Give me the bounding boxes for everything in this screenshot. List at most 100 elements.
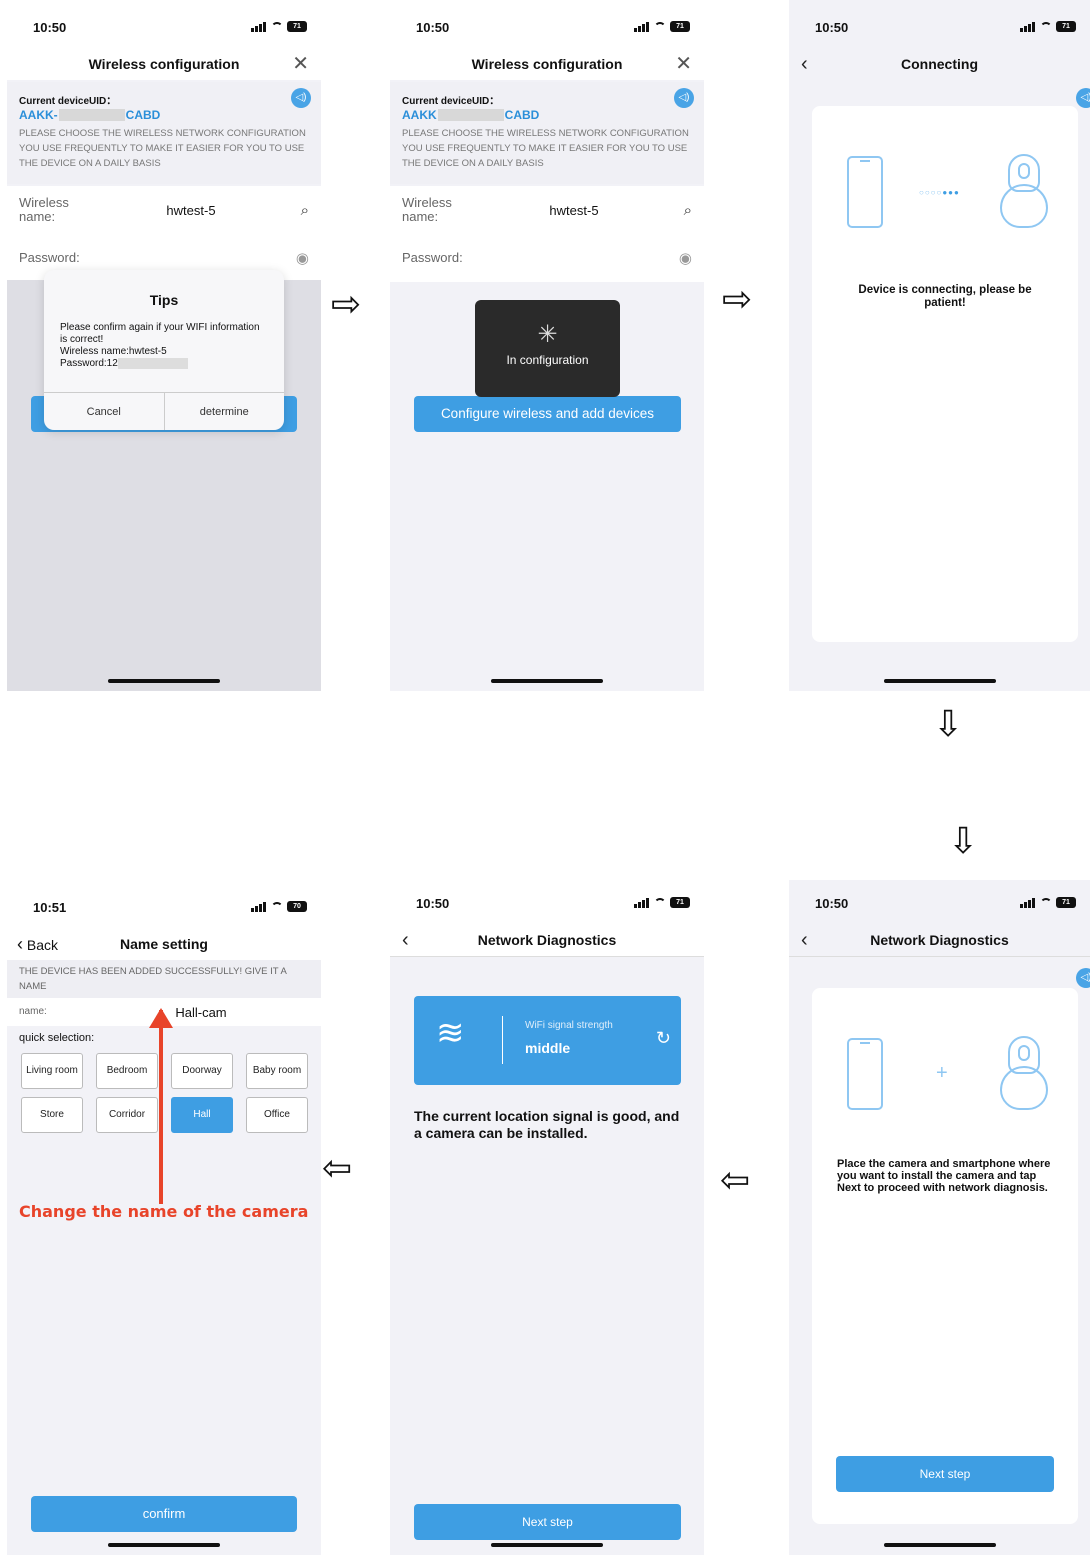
- quick-option-hall[interactable]: Hall: [171, 1097, 233, 1133]
- annotation-arrow-up-icon: [149, 1008, 173, 1028]
- speaker-icon[interactable]: ◁): [291, 88, 311, 108]
- toast-message: In configuration: [506, 353, 589, 367]
- page-title: Network Diagnostics: [870, 932, 1009, 948]
- eye-hidden-icon[interactable]: ◉: [672, 249, 692, 267]
- home-indicator: [108, 679, 220, 683]
- clock: 10:50: [416, 20, 450, 35]
- back-chevron-icon[interactable]: ‹: [801, 924, 808, 956]
- quick-option-doorway[interactable]: Doorway: [171, 1053, 233, 1089]
- flow-arrow-right-icon: ⇨: [331, 283, 362, 324]
- battery-icon: 70: [287, 901, 307, 912]
- quick-option-baby-room[interactable]: Baby room: [246, 1053, 308, 1089]
- home-indicator: [883, 679, 996, 683]
- back-chevron-icon[interactable]: ‹: [801, 48, 808, 80]
- page-title: Connecting: [901, 56, 978, 72]
- status-bar: 10:50 71: [789, 0, 1090, 52]
- back-chevron-icon[interactable]: ‹: [402, 924, 409, 956]
- wifi-status-icon: [1040, 897, 1052, 908]
- success-hint: THE DEVICE HAS BEEN ADDED SUCCESSFULLY! …: [7, 960, 321, 998]
- smartphone-icon: [847, 1038, 883, 1110]
- close-icon[interactable]: ✕: [292, 48, 309, 80]
- annotation-arrow-shaft: [159, 1010, 163, 1204]
- camera-icon: [1000, 154, 1048, 230]
- speaker-icon[interactable]: ◁): [1076, 88, 1090, 108]
- annotation-label: Change the name of the camera: [19, 1202, 309, 1221]
- nav-divider: [789, 956, 1090, 957]
- quick-option-living-room[interactable]: Living room: [21, 1053, 83, 1089]
- battery-icon: 71: [1056, 21, 1076, 32]
- nav-bar: ‹ Network Diagnostics: [390, 924, 704, 956]
- name-input[interactable]: Hall-cam: [93, 1005, 309, 1020]
- hint-text: PLEASE CHOOSE THE WIRELESS NETWORK CONFI…: [19, 128, 306, 169]
- uid-block: Current deviceUID： AAKK- CABD PLEASE CHOO…: [7, 82, 321, 184]
- name-label: name:: [19, 1006, 47, 1017]
- cellular-signal-icon: [1020, 21, 1036, 32]
- cellular-signal-icon: [634, 21, 650, 32]
- wireless-name-value[interactable]: hwtest-5: [93, 203, 289, 218]
- configure-and-add-button[interactable]: Configure wireless and add devices: [414, 396, 681, 432]
- connecting-card: ○○○○●●● Device is connecting, please be …: [812, 106, 1078, 642]
- uid-block: Current deviceUID： AAKK CABD PLEASE CHOOS…: [390, 82, 704, 184]
- wifi-status-icon: [654, 21, 666, 32]
- nav-bar: Wireless configuration ✕: [390, 48, 704, 80]
- wifi-status-icon: [271, 21, 283, 32]
- page-title: Name setting: [120, 936, 208, 952]
- speaker-icon[interactable]: ◁): [1076, 968, 1090, 988]
- eye-hidden-icon[interactable]: ◉: [289, 249, 309, 267]
- page-title: Wireless configuration: [471, 56, 623, 72]
- clock: 10:50: [33, 20, 67, 35]
- dialog-line-password: Password:12: [60, 358, 268, 370]
- refresh-icon[interactable]: ↻: [656, 1028, 671, 1049]
- password-prefix: Password:12: [60, 358, 118, 370]
- flow-arrow-left-icon: ⇦: [322, 1147, 353, 1188]
- quick-option-office[interactable]: Office: [246, 1097, 308, 1133]
- wireless-name-value[interactable]: hwtest-5: [476, 203, 672, 218]
- camera-icon: [1000, 1036, 1048, 1112]
- password-redaction: [117, 358, 188, 369]
- quick-option-corridor[interactable]: Corridor: [96, 1097, 158, 1133]
- screen-wireless-config-progress: 10:50 71 Wireless configuration ✕ Curren…: [390, 0, 704, 691]
- determine-button[interactable]: determine: [163, 393, 285, 430]
- quick-selection-label: quick selection:: [19, 1032, 95, 1044]
- dialog-title: Tips: [149, 292, 179, 308]
- quick-option-store[interactable]: Store: [21, 1097, 83, 1133]
- home-indicator: [491, 679, 603, 683]
- close-icon[interactable]: ✕: [675, 48, 692, 80]
- screen-name-setting: 10:51 70 ‹ Back Name setting THE DEVICE …: [7, 880, 321, 1555]
- battery-icon: 71: [287, 21, 307, 32]
- wifi-status-icon: [654, 897, 666, 908]
- quick-option-bedroom[interactable]: Bedroom: [96, 1053, 158, 1089]
- clock: 10:51: [33, 900, 67, 915]
- signal-card: ≋ WiFi signal strength middle ↻: [414, 996, 681, 1085]
- wireless-name-row: Wireless name: hwtest-5 ⌕: [7, 186, 321, 234]
- nav-bar: ‹ Back Name setting: [7, 928, 321, 960]
- back-button[interactable]: ‹ Back: [17, 928, 58, 961]
- smartphone-icon: [847, 156, 883, 228]
- search-icon[interactable]: ⌕: [289, 202, 309, 219]
- wifi-status-icon: [271, 901, 283, 912]
- home-indicator: [883, 1543, 996, 1547]
- diagnostics-card: + Place the camera and smartphone where …: [812, 988, 1078, 1524]
- screen-network-diagnostics-result: 10:50 71 ‹ Network Diagnostics ≋ WiFi si…: [390, 880, 704, 1555]
- uid-suffix: CABD: [125, 108, 161, 122]
- cellular-signal-icon: [251, 901, 267, 912]
- next-step-button[interactable]: Next step: [414, 1504, 681, 1540]
- wireless-name-label: Wireless name:: [402, 195, 452, 224]
- clock: 10:50: [815, 896, 849, 911]
- search-icon[interactable]: ⌕: [672, 202, 692, 219]
- hint-text: PLEASE CHOOSE THE WIRELESS NETWORK CONFI…: [402, 128, 689, 169]
- placement-instructions: Place the camera and smartphone where yo…: [837, 1158, 1051, 1194]
- uid-value: AAKK CABD: [402, 108, 692, 122]
- status-bar: 10:51 70: [7, 880, 321, 932]
- connecting-message: Device is connecting, please be patient!: [858, 284, 1032, 309]
- screen-network-diagnostics-intro: 10:50 71 ‹ Network Diagnostics ◁) + Plac…: [789, 880, 1090, 1555]
- cellular-signal-icon: [634, 897, 650, 908]
- speaker-icon[interactable]: ◁): [674, 88, 694, 108]
- battery-icon: 71: [1056, 897, 1076, 908]
- nav-bar: Wireless configuration ✕: [7, 48, 321, 80]
- back-label: Back: [26, 937, 59, 953]
- cancel-button[interactable]: Cancel: [44, 393, 164, 430]
- clock: 10:50: [815, 20, 849, 35]
- next-step-button[interactable]: Next step: [836, 1456, 1054, 1492]
- confirm-button[interactable]: confirm: [31, 1496, 297, 1532]
